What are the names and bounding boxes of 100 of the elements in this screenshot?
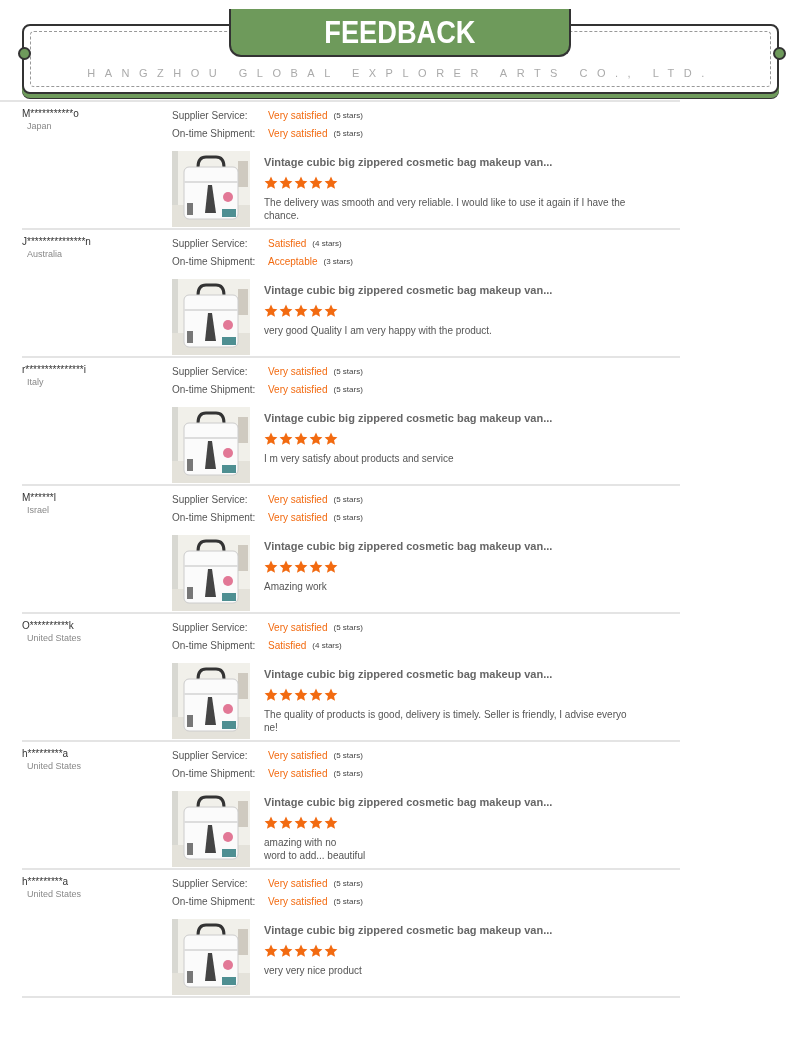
star-icon [279,304,293,318]
rating-value: Very satisfied [268,383,328,395]
rating-stars-text: (5 stars) [333,768,363,778]
rating-stars-text: (5 stars) [333,110,363,120]
star-icon [324,688,338,702]
star-icon [324,176,338,190]
star-icon [264,816,278,830]
rating-label: Supplier Service: [172,237,249,249]
page-title: FEEDBACK [324,13,476,51]
rating-stars-text: (5 stars) [333,878,363,888]
rating-stars-text: (5 stars) [333,622,363,632]
star-icon [264,176,278,190]
buyer-name: r***************i [22,364,87,375]
star-icon [309,944,323,958]
star-icon [324,816,338,830]
star-icon [264,432,278,446]
rating-stars-text: (5 stars) [333,896,363,906]
star-icon [294,944,308,958]
star-icon [309,432,323,446]
star-icon [294,304,308,318]
rating-label: Supplier Service: [172,749,249,761]
review-comment: The delivery was smooth and very reliable. I would like to use it again if I have the chance. [264,196,627,222]
rating-value: Very satisfied [268,895,328,907]
rating-value: Very satisfied [268,877,328,889]
review-comment: very very nice product [264,964,363,977]
star-icon [294,432,308,446]
rating-label: On-time Shipment: [172,127,257,139]
buyer-country: Australia [27,249,63,259]
star-icon [264,304,278,318]
review-comment: I m very satisfy about products and service [264,452,455,465]
rating-stars-text: (5 stars) [333,512,363,522]
rating-value: Very satisfied [268,621,328,633]
rating-label: On-time Shipment: [172,255,257,267]
buyer-country: United States [27,761,83,771]
buyer-country: United States [27,633,83,643]
product-title[interactable]: Vintage cubic big zippered cosmetic bag makeup van... [264,156,644,168]
rating-value: Acceptable [268,255,318,267]
star-icon [264,944,278,958]
rating-value: Satisfied [268,237,307,249]
star-icon [294,688,308,702]
star-icon [279,816,293,830]
review-comment: amazing with no word to add... beautiful [264,836,367,862]
rating-stars-text: (5 stars) [333,128,363,138]
rating-stars-text: (5 stars) [333,750,363,760]
review-comment: very good Quality I am very happy with the product. [264,324,493,337]
rating-label: Supplier Service: [172,877,249,889]
rating-label: On-time Shipment: [172,511,257,523]
star-icon [264,560,278,574]
product-title[interactable]: Vintage cubic big zippered cosmetic bag makeup van... [264,796,553,808]
buyer-name: J***************n [22,236,92,247]
star-icon [294,176,308,190]
star-icon [294,560,308,574]
product-title[interactable]: Vintage cubic big zippered cosmetic bag makeup van... [264,924,553,936]
rating-value: Very satisfied [268,365,328,377]
rating-value: Very satisfied [268,511,328,523]
star-icon [309,560,323,574]
review-comment: The quality of products is good, delivery is timely. Seller is friendly, I advise everyo ne! [264,708,627,734]
buyer-country: Italy [27,377,45,387]
rating-stars-text: (4 stars) [312,640,342,650]
buyer-name: O**********k [22,620,75,631]
rating-stars-text: (5 stars) [333,384,363,394]
rating-value: Very satisfied [268,749,328,761]
star-icon [264,688,278,702]
star-icon [279,432,293,446]
rating-value: Very satisfied [268,767,328,779]
star-icon [279,688,293,702]
product-title[interactable]: Vintage cubic big zippered cosmetic bag makeup van... [264,284,553,296]
rating-label: On-time Shipment: [172,895,257,907]
rating-label: On-time Shipment: [172,767,257,779]
star-icon [279,176,293,190]
buyer-name: h*********a [22,748,70,759]
buyer-country: United States [27,889,83,899]
star-icon [279,560,293,574]
buyer-name: M******l [22,492,57,503]
buyer-name: h*********a [22,876,70,887]
product-title[interactable]: Vintage cubic big zippered cosmetic bag makeup van... [264,540,553,552]
buyer-country: Israel [27,505,50,515]
rating-label: On-time Shipment: [172,383,257,395]
rating-stars-text: (5 stars) [333,366,363,376]
rating-stars-text: (3 stars) [323,256,353,266]
star-icon [309,304,323,318]
star-icon [309,176,323,190]
star-icon [324,304,338,318]
rating-value: Very satisfied [268,493,328,505]
rating-value: Very satisfied [268,127,328,139]
rating-label: Supplier Service: [172,621,249,633]
star-icon [279,944,293,958]
review-comment: Amazing work [264,580,328,593]
buyer-country: Japan [27,121,53,131]
star-icon [324,560,338,574]
star-icon [309,688,323,702]
rating-label: On-time Shipment: [172,639,257,651]
star-icon [324,944,338,958]
rating-label: Supplier Service: [172,109,249,121]
rating-value: Satisfied [268,639,307,651]
rating-stars-text: (4 stars) [312,238,342,248]
product-title[interactable]: Vintage cubic big zippered cosmetic bag makeup van... [264,412,553,424]
buyer-name: M***********o [22,108,80,119]
product-title[interactable]: Vintage cubic big zippered cosmetic bag makeup van... [264,668,627,680]
star-icon [294,816,308,830]
